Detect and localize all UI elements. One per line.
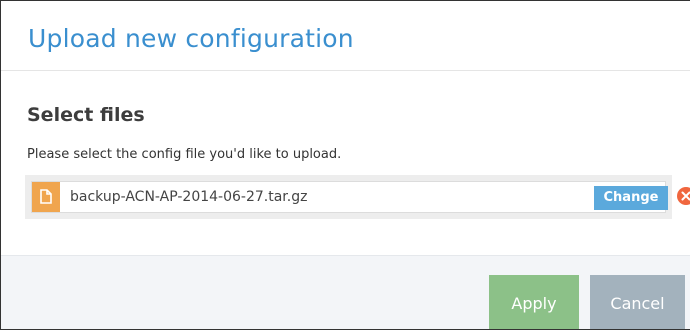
upload-config-dialog: Upload new configuration Select files Pl…	[0, 0, 690, 330]
selected-file-name: backup-ACN-AP-2014-06-27.tar.gz	[70, 189, 308, 205]
dialog-footer: Apply Cancel	[1, 255, 690, 329]
remove-icon[interactable]	[677, 187, 690, 205]
dialog-header: Upload new configuration	[1, 1, 690, 71]
section-title: Select files	[27, 104, 145, 126]
dialog-title: Upload new configuration	[28, 24, 354, 53]
upload-hint: Please select the config file you'd like…	[27, 147, 342, 162]
change-file-button[interactable]: Change	[594, 186, 668, 210]
apply-button[interactable]: Apply	[489, 275, 579, 329]
file-icon	[32, 182, 60, 212]
file-input[interactable]: backup-ACN-AP-2014-06-27.tar.gz Change	[31, 181, 668, 213]
cancel-button[interactable]: Cancel	[590, 275, 685, 329]
file-selector-row: backup-ACN-AP-2014-06-27.tar.gz Change	[25, 175, 672, 219]
